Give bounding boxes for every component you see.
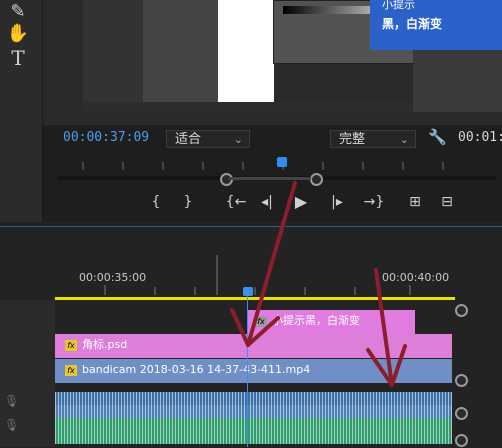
annotation-arrows (230, 181, 407, 387)
